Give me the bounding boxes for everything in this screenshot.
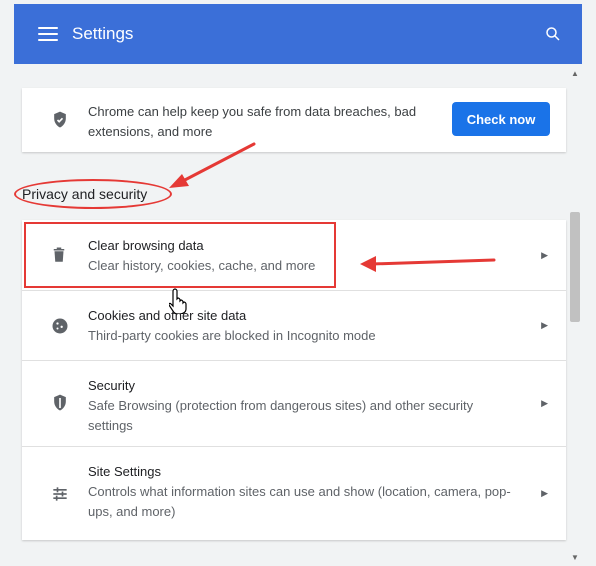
privacy-security-card: Clear browsing data Clear history, cookie… (22, 220, 566, 540)
row-subtitle: Safe Browsing (protection from dangerous… (88, 398, 474, 433)
scrollbar-thumb[interactable] (570, 212, 580, 322)
shield-icon (54, 111, 66, 128)
trash-icon (53, 247, 65, 262)
row-text: Site Settings Controls what information s… (88, 462, 518, 522)
row-subtitle: Third-party cookies are blocked in Incog… (88, 328, 376, 343)
chevron-right-icon: ▶ (541, 398, 548, 408)
scroll-down-icon[interactable]: ▼ (571, 554, 579, 562)
row-title: Cookies and other site data (88, 308, 247, 323)
chevron-right-icon: ▶ (541, 320, 548, 330)
safety-check-card: Chrome can help keep you safe from data … (22, 88, 566, 152)
row-text: Cookies and other site data Third-party c… (88, 306, 518, 346)
row-title: Security (88, 378, 135, 393)
row-title: Site Settings (88, 464, 161, 479)
row-text: Clear browsing data Clear history, cookie… (88, 236, 518, 276)
shield-icon (54, 394, 66, 411)
cookies-row[interactable]: Cookies and other site data Third-party c… (22, 290, 566, 361)
row-title: Clear browsing data (88, 238, 204, 253)
scroll-up-icon[interactable]: ▲ (571, 70, 579, 78)
safety-check-description: Chrome can help keep you safe from data … (88, 104, 417, 139)
section-title: Privacy and security (22, 186, 148, 202)
cookie-icon (52, 318, 68, 334)
scrollbar[interactable]: ▲ ▼ (568, 64, 582, 566)
tune-icon (53, 487, 67, 501)
chevron-right-icon: ▶ (541, 488, 548, 498)
search-icon[interactable] (544, 25, 562, 43)
chevron-right-icon: ▶ (541, 250, 548, 260)
row-subtitle: Controls what information sites can use … (88, 484, 511, 519)
app-header: Settings (14, 4, 582, 64)
site-settings-row[interactable]: Site Settings Controls what information s… (22, 446, 566, 540)
row-subtitle: Clear history, cookies, cache, and more (88, 258, 316, 273)
page-title: Settings (72, 24, 134, 43)
settings-content[interactable]: Chrome can help keep you safe from data … (14, 64, 582, 566)
security-row[interactable]: Security Safe Browsing (protection from d… (22, 360, 566, 447)
check-now-button[interactable]: Check now (452, 102, 550, 136)
clear-browsing-data-row[interactable]: Clear browsing data Clear history, cookie… (22, 220, 566, 291)
hamburger-icon[interactable] (38, 27, 58, 41)
row-text: Security Safe Browsing (protection from d… (88, 376, 518, 436)
